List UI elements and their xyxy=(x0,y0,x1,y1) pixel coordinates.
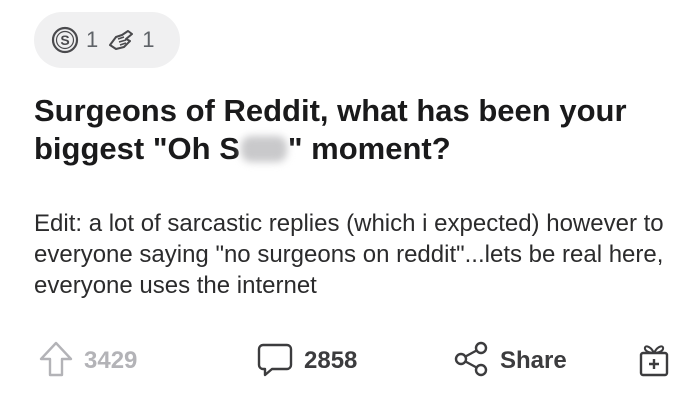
share-label: Share xyxy=(500,347,567,374)
gift-icon xyxy=(636,339,672,384)
award-helping-hand: 1 xyxy=(106,25,155,55)
helping-hand-award-icon xyxy=(106,25,136,55)
share-button[interactable]: Share xyxy=(452,336,567,386)
comment-bubble-icon xyxy=(256,340,294,383)
silver-award-icon: S xyxy=(50,25,80,55)
post-card: S 1 1 Surgeons of Reddit, what has been … xyxy=(0,0,700,403)
censor-blur xyxy=(240,136,287,162)
upvote-arrow-icon[interactable] xyxy=(38,339,74,384)
action-bar: 3429 2858 Share xyxy=(34,336,684,386)
award-silver: S 1 xyxy=(50,25,98,55)
award-count: 1 xyxy=(86,27,99,52)
upvote-count: 3429 xyxy=(84,347,138,374)
post-body: Edit: a lot of sarcastic replies (which … xyxy=(34,210,664,299)
award-count: 1 xyxy=(142,27,155,52)
svg-text:S: S xyxy=(60,32,69,48)
post-title[interactable]: Surgeons of Reddit, what has been your b… xyxy=(34,92,674,168)
comment-count: 2858 xyxy=(304,347,358,374)
award-gift-button[interactable] xyxy=(636,336,672,386)
share-icon xyxy=(452,340,490,383)
comments-button[interactable]: 2858 xyxy=(256,336,357,386)
title-text-end: " moment? xyxy=(287,131,451,166)
upvote-button[interactable]: 3429 xyxy=(38,336,137,386)
awards-pill[interactable]: S 1 1 xyxy=(34,12,180,68)
